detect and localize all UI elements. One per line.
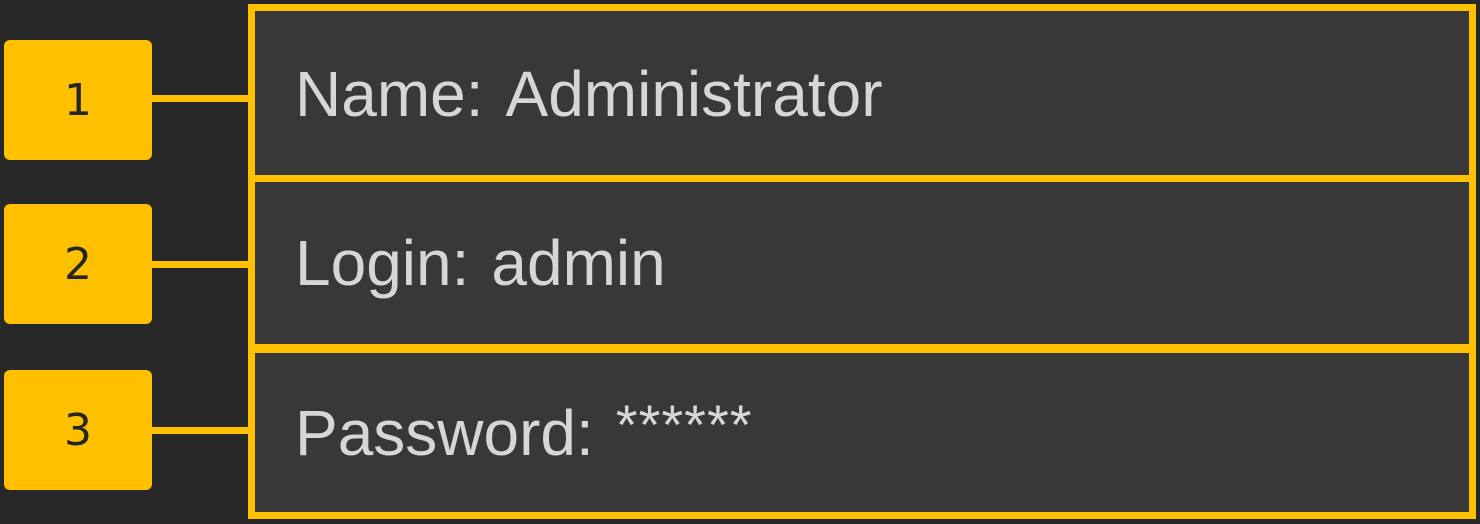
name-value: Administrator <box>505 58 883 130</box>
callout-badge-2: 2 <box>4 204 152 324</box>
callout-badge-3: 3 <box>4 370 152 490</box>
password-field[interactable]: Password: ****** <box>248 346 1476 519</box>
password-label: Password: <box>295 396 594 469</box>
callout-connector-3 <box>150 427 250 434</box>
callout-badge-1: 1 <box>4 40 152 160</box>
name-label: Name: <box>295 58 484 130</box>
login-field: Login: admin <box>248 175 1476 351</box>
password-masked-value: ****** <box>615 393 753 456</box>
login-value: admin <box>491 227 666 299</box>
callout-connector-2 <box>150 261 250 268</box>
name-field: Name: Administrator <box>248 4 1476 184</box>
callout-connector-1 <box>150 95 250 102</box>
login-label: Login: <box>295 227 470 299</box>
